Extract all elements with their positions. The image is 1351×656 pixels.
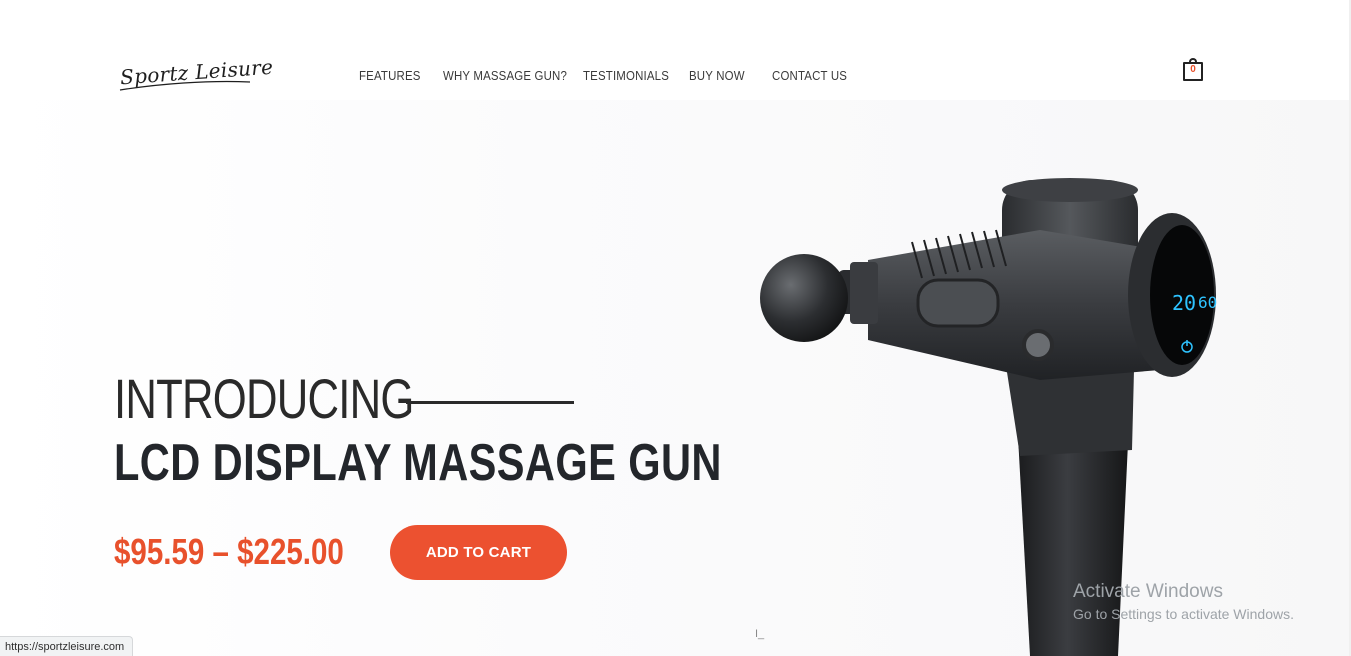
lcd-right-value: 60 bbox=[1198, 293, 1217, 312]
cart-count-badge: 0 bbox=[1190, 64, 1196, 75]
nav-testimonials[interactable]: TESTIMONIALS bbox=[583, 68, 669, 83]
nav-contact-us[interactable]: CONTACT US bbox=[772, 68, 847, 83]
lcd-left-value: 20 bbox=[1172, 291, 1196, 315]
hero-intro: INTRODUCING bbox=[114, 367, 414, 430]
intro-divider bbox=[406, 401, 574, 404]
browser-status-url: https://sportzleisure.com bbox=[0, 636, 134, 656]
watermark-subtitle: Go to Settings to activate Windows. bbox=[1073, 606, 1294, 622]
page: Sportz Leisure FEATURES WHY MASSAGE GUN?… bbox=[0, 0, 1351, 656]
cart-button[interactable]: 0 bbox=[1183, 58, 1205, 82]
nav-why-massage-gun[interactable]: WHY MASSAGE GUN? bbox=[443, 68, 567, 83]
hero-headline: LCD DISPLAY MASSAGE GUN bbox=[114, 434, 722, 492]
logo-swash bbox=[119, 80, 251, 91]
windows-activation-watermark: Activate Windows Go to Settings to activ… bbox=[1073, 580, 1294, 624]
nav-buy-now[interactable]: BUY NOW bbox=[689, 68, 745, 83]
add-to-cart-button[interactable]: ADD TO CART bbox=[390, 525, 567, 580]
price-range: $95.59 – $225.00 bbox=[114, 531, 344, 572]
text-cursor-icon: I_ bbox=[755, 628, 765, 640]
nav-features[interactable]: FEATURES bbox=[359, 68, 421, 83]
watermark-title: Activate Windows bbox=[1073, 581, 1223, 602]
